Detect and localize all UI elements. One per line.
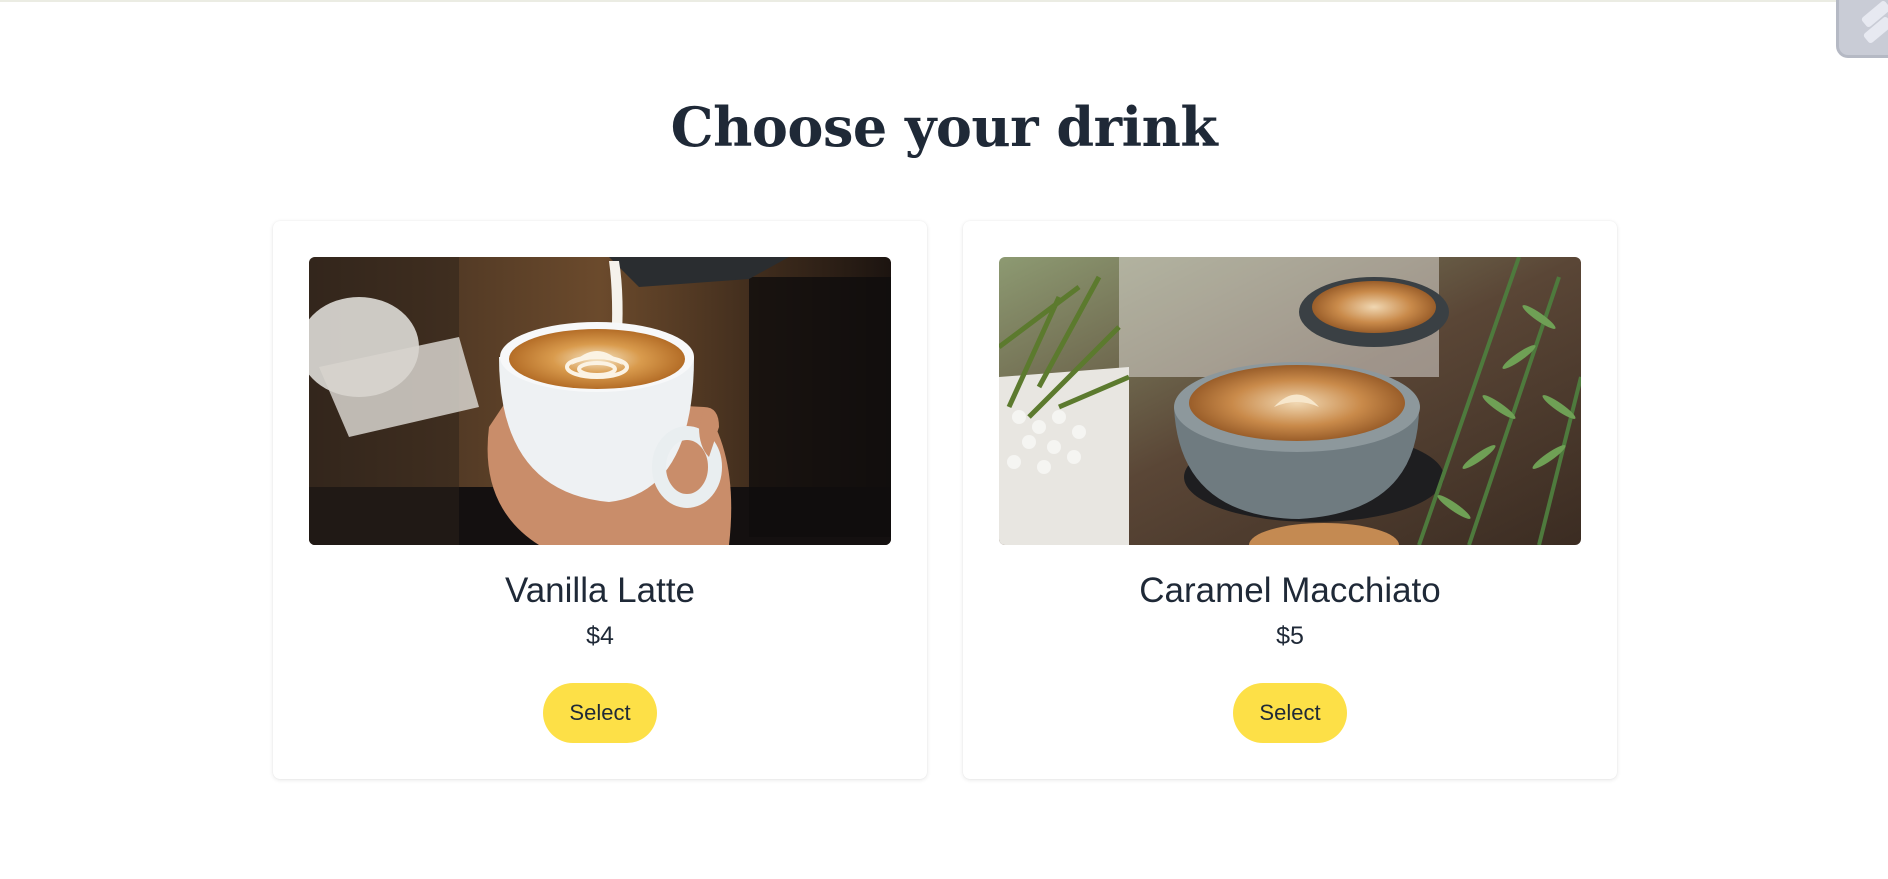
extension-icon [1861,0,1888,44]
extension-widget[interactable] [1836,0,1888,58]
select-button-vanilla-latte[interactable]: Select [543,683,657,743]
coffee-cups-photo [999,257,1581,545]
drink-price: $5 [1276,622,1304,650]
drink-price: $4 [586,622,614,650]
select-button-caramel-macchiato[interactable]: Select [1233,683,1347,743]
drink-image [309,257,891,545]
latte-art-photo [309,257,891,545]
drink-card-vanilla-latte: Vanilla Latte $4 Select [273,221,927,779]
drink-image [999,257,1581,545]
drink-card-caramel-macchiato: Caramel Macchiato $5 Select [963,221,1617,779]
drink-name: Vanilla Latte [504,571,696,610]
top-border [0,0,1888,2]
drink-name: Caramel Macchiato [1139,571,1441,610]
page-title: Choose your drink [670,95,1218,159]
